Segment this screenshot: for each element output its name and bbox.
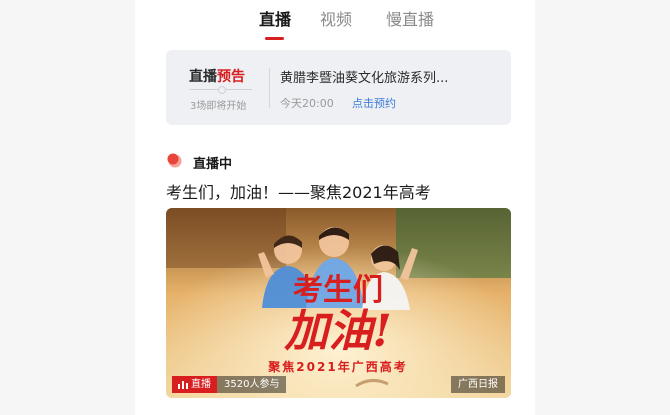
preview-title-black: 直播 bbox=[189, 69, 217, 85]
live-flame-icon bbox=[167, 153, 182, 168]
preview-time: 今天20:00 bbox=[280, 97, 334, 110]
book-button[interactable]: 点击预约 bbox=[352, 95, 396, 111]
live-badge: 直播 3520人参与 bbox=[172, 376, 287, 393]
tab-slow-live[interactable]: 慢直播 bbox=[386, 6, 434, 34]
preview-divider-dot bbox=[218, 86, 226, 94]
tab-video[interactable]: 视频 bbox=[320, 6, 352, 34]
live-bars-icon bbox=[178, 381, 188, 389]
banner-subtitle: 聚焦2021年广西高考 bbox=[267, 359, 407, 374]
participants-count: 3520人参与 bbox=[217, 376, 287, 393]
active-tab-indicator bbox=[265, 37, 284, 40]
preview-show-title[interactable]: 黄腊李暨油葵文化旅游系列... bbox=[280, 67, 500, 86]
live-badge-label: 直播 bbox=[191, 379, 211, 390]
banner-text-line1: 考生们 bbox=[293, 273, 383, 308]
tab-live[interactable]: 直播 bbox=[259, 6, 291, 34]
preview-title: 直播预告 bbox=[189, 66, 245, 86]
live-preview-card[interactable]: 直播预告 3场即将开始 黄腊李暨油葵文化旅游系列... 今天20:00 点击预约 bbox=[166, 50, 511, 125]
banner-text-line2: 加油! bbox=[283, 306, 391, 357]
live-badge-red: 直播 bbox=[172, 376, 217, 393]
preview-count: 3场即将开始 bbox=[190, 101, 247, 112]
banner-image: 考生们 加油! 聚焦2021年广西高考 bbox=[166, 208, 511, 398]
live-page: 直播 视频 慢直播 直播预告 3场即将开始 黄腊李暨油葵文化旅游系列... 今天… bbox=[135, 0, 535, 415]
preview-title-red: 预告 bbox=[217, 69, 245, 85]
live-headline[interactable]: 考生们，加油！——聚焦2021年高考 bbox=[166, 179, 431, 203]
preview-separator bbox=[269, 68, 270, 108]
tab-bar: 直播 视频 慢直播 bbox=[135, 6, 535, 40]
live-now-label: 直播中 bbox=[193, 157, 233, 172]
source-badge: 广西日报 bbox=[451, 376, 505, 393]
live-banner[interactable]: 考生们 加油! 聚焦2021年广西高考 直播 3520人参与 广西日报 bbox=[166, 208, 511, 398]
